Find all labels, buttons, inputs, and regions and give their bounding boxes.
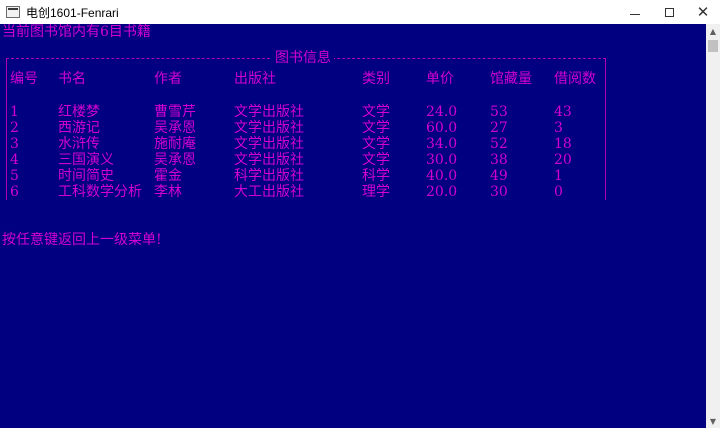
table-cell-col-price: 24.0 xyxy=(426,104,458,120)
header-col-author: 作者 xyxy=(154,71,182,87)
table-cell-col-price: 30.0 xyxy=(426,152,458,168)
minimize-button[interactable] xyxy=(618,0,652,24)
table-cell-col-publisher: 文学出版社 xyxy=(234,152,304,168)
header-col-publisher: 出版社 xyxy=(234,71,276,87)
table-cell-col-author: 李林 xyxy=(154,184,182,200)
table-cell-col-title: 西游记 xyxy=(58,120,100,136)
table-cell-col-publisher: 科学出版社 xyxy=(234,168,304,184)
table-cell-col-category: 文学 xyxy=(362,136,390,152)
header-col-category: 类别 xyxy=(362,71,390,87)
table-cell-col-author: 吴承恩 xyxy=(154,120,196,136)
scroll-thumb[interactable] xyxy=(708,40,718,52)
table-cell-col-price: 60.0 xyxy=(426,120,458,136)
library-summary: 当前图书馆内有6目书籍 xyxy=(2,24,151,40)
table-cell-col-stock: 30 xyxy=(490,184,508,200)
table-frame-left xyxy=(6,58,7,200)
scroll-up-arrow-icon[interactable]: ▲ xyxy=(706,24,720,38)
table-cell-col-author: 吴承恩 xyxy=(154,152,196,168)
table-cell-col-category: 理学 xyxy=(362,184,390,200)
table-frame-right xyxy=(605,58,606,200)
table-cell-col-price: 40.0 xyxy=(426,168,458,184)
table-cell-col-publisher: 文学出版社 xyxy=(234,136,304,152)
header-col-title: 书名 xyxy=(58,71,86,87)
header-col-borrowed: 借阅数 xyxy=(554,71,596,87)
table-cell-col-price: 20.0 xyxy=(426,184,458,200)
table-cell-col-category: 科学 xyxy=(362,168,390,184)
table-cell-col-id: 3 xyxy=(10,136,19,152)
minimize-icon xyxy=(630,13,640,15)
table-cell-col-author: 曹雪芹 xyxy=(154,104,196,120)
table-cell-col-category: 文学 xyxy=(362,120,390,136)
table-cell-col-borrowed: 0 xyxy=(554,184,563,200)
close-button[interactable]: ✕ xyxy=(686,0,720,24)
table-cell-col-id: 1 xyxy=(10,104,19,120)
table-cell-col-stock: 27 xyxy=(490,120,508,136)
table-cell-col-stock: 38 xyxy=(490,152,508,168)
table-cell-col-publisher: 文学出版社 xyxy=(234,104,304,120)
scroll-down-arrow-icon[interactable]: ▼ xyxy=(706,414,720,428)
table-cell-col-id: 6 xyxy=(10,184,19,200)
table-cell-col-borrowed: 20 xyxy=(554,152,572,168)
table-cell-col-stock: 52 xyxy=(490,136,508,152)
console-output[interactable]: 当前图书馆内有6目书籍 图书信息 编号 书名 作者 出版社 类别 单价 馆藏量 借阅数 1 红楼梦… xyxy=(0,24,706,428)
table-cell-col-category: 文学 xyxy=(362,152,390,168)
console-app-icon xyxy=(6,6,20,18)
return-prompt: 按任意键返回上一级菜单! xyxy=(2,232,162,248)
table-cell-col-publisher: 文学出版社 xyxy=(234,120,304,136)
table-cell-col-id: 2 xyxy=(10,120,19,136)
table-cell-col-borrowed: 1 xyxy=(554,168,563,184)
table-cell-col-borrowed: 43 xyxy=(554,104,572,120)
header-col-price: 单价 xyxy=(426,71,454,87)
table-cell-col-title: 三国演义 xyxy=(58,152,114,168)
table-cell-col-publisher: 大工出版社 xyxy=(234,184,304,200)
table-cell-col-price: 34.0 xyxy=(426,136,458,152)
table-cell-col-borrowed: 18 xyxy=(554,136,572,152)
table-cell-col-author: 霍金 xyxy=(154,168,182,184)
title-bar: 电创1601-Fenrari ✕ xyxy=(0,0,720,25)
table-cell-col-id: 5 xyxy=(10,168,19,184)
table-frame-title: 图书信息 xyxy=(272,50,334,66)
maximize-icon xyxy=(664,7,674,17)
table-cell-col-stock: 53 xyxy=(490,104,508,120)
table-cell-col-stock: 49 xyxy=(490,168,508,184)
table-cell-col-category: 文学 xyxy=(362,104,390,120)
window-title: 电创1601-Fenrari xyxy=(26,5,119,20)
close-icon: ✕ xyxy=(696,3,710,21)
table-cell-col-id: 4 xyxy=(10,152,19,168)
header-col-stock: 馆藏量 xyxy=(490,71,532,87)
table-cell-col-title: 红楼梦 xyxy=(58,104,100,120)
window-controls: ✕ xyxy=(618,0,720,24)
table-cell-col-borrowed: 3 xyxy=(554,120,563,136)
table-cell-col-title: 水浒传 xyxy=(58,136,100,152)
table-cell-col-author: 施耐庵 xyxy=(154,136,196,152)
table-cell-col-title: 时间简史 xyxy=(58,168,114,184)
header-col-id: 编号 xyxy=(10,71,38,87)
table-cell-col-title: 工科数学分析 xyxy=(58,184,142,200)
vertical-scrollbar[interactable]: ▲ ▼ xyxy=(706,24,720,428)
maximize-button[interactable] xyxy=(652,0,686,24)
